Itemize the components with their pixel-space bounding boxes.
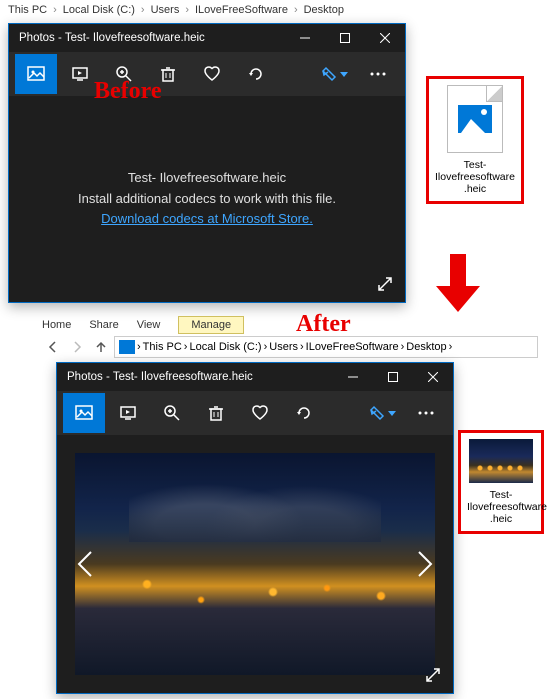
more-button[interactable] [405,393,447,433]
file-name-line: Test- [467,489,535,501]
chevron-right-icon: › [290,4,302,16]
photos-toolbar [57,391,453,435]
next-photo-button[interactable] [405,538,445,590]
breadcrumb-top: This PC› Local Disk (C:)› Users› ILoveFr… [0,0,352,20]
photos-window-after: Photos - Test- Ilovefreesoftware.heic [56,362,454,694]
photo-viewport [57,435,453,693]
codec-message: Test- Ilovefreesoftware.heic Install add… [78,168,336,230]
nav-up-button[interactable] [90,336,112,358]
photos-window-before: Photos - Test- Ilovefreesoftware.heic Te… [8,23,406,303]
favorite-button[interactable] [191,54,233,94]
nav-forward-button[interactable] [66,336,88,358]
photos-body [57,435,453,693]
download-codecs-link[interactable]: Download codecs at Microsoft Store. [101,211,313,226]
edit-button[interactable] [361,393,403,433]
delete-button[interactable] [195,393,237,433]
photos-body: Test- Ilovefreesoftware.heic Install add… [9,96,405,302]
crumb[interactable]: Users [269,341,298,353]
crumb[interactable]: Desktop [304,4,344,16]
explorer-nav-bar: › This PC› Local Disk (C:)› Users› ILove… [42,336,538,358]
file-name-line: Test- [435,159,515,171]
view-all-button[interactable] [63,393,105,433]
titlebar[interactable]: Photos - Test- Ilovefreesoftware.heic [9,24,405,52]
crumb[interactable]: Desktop [406,341,446,353]
tab-manage[interactable]: Manage [178,316,244,334]
close-button[interactable] [365,24,405,52]
more-button[interactable] [357,54,399,94]
tab-share[interactable]: Share [89,319,118,331]
crumb[interactable]: ILoveFreeSoftware [195,4,288,16]
thumbnail-icon [469,439,533,483]
crumb[interactable]: Local Disk (C:) [189,341,261,353]
favorite-button[interactable] [239,393,281,433]
file-item-before[interactable]: Test- Ilovefreesoftware .heic [426,76,524,204]
view-all-button[interactable] [15,54,57,94]
crumb[interactable]: This PC [143,341,182,353]
minimize-button[interactable] [285,24,325,52]
file-name-line: .heic [467,513,535,525]
slideshow-button[interactable] [107,393,149,433]
edit-button[interactable] [313,54,355,94]
file-name-line: .heic [435,183,515,195]
codec-filename: Test- Ilovefreesoftware.heic [78,168,336,189]
fullscreen-button[interactable] [425,667,441,683]
codec-text: Install additional codecs to work with t… [78,189,336,210]
tab-home[interactable]: Home [42,319,71,331]
maximize-button[interactable] [373,363,413,391]
before-annotation: Before [94,78,162,105]
after-annotation: After [296,311,351,338]
chevron-right-icon: › [137,4,149,16]
minimize-button[interactable] [333,363,373,391]
file-name-line: Ilovefreesoftware [467,501,535,513]
prev-photo-button[interactable] [65,538,105,590]
folder-icon [119,340,135,354]
arrow-down-annotation [436,254,480,312]
close-button[interactable] [413,363,453,391]
photo-image [75,453,435,675]
crumb[interactable]: Local Disk (C:) [63,4,135,16]
photos-toolbar [9,52,405,96]
crumb[interactable]: ILoveFreeSoftware [306,341,399,353]
window-title: Photos - Test- Ilovefreesoftware.heic [9,32,205,44]
file-name-line: Ilovefreesoftware [435,171,515,183]
window-controls [285,24,405,52]
address-bar[interactable]: › This PC› Local Disk (C:)› Users› ILove… [114,336,538,358]
nav-back-button[interactable] [42,336,64,358]
fullscreen-button[interactable] [377,276,393,292]
titlebar[interactable]: Photos - Test- Ilovefreesoftware.heic [57,363,453,391]
generic-image-icon [447,85,503,153]
explorer-ribbon-tabs: Home Share View Manage [42,316,244,334]
rotate-button[interactable] [283,393,325,433]
zoom-button[interactable] [151,393,193,433]
crumb[interactable]: This PC [8,4,47,16]
maximize-button[interactable] [325,24,365,52]
window-title: Photos - Test- Ilovefreesoftware.heic [57,371,253,383]
chevron-right-icon: › [181,4,193,16]
window-controls [333,363,453,391]
crumb[interactable]: Users [151,4,180,16]
tab-view[interactable]: View [137,319,161,331]
rotate-button[interactable] [235,54,277,94]
chevron-right-icon: › [49,4,61,16]
file-item-after[interactable]: Test- Ilovefreesoftware .heic [458,430,544,534]
